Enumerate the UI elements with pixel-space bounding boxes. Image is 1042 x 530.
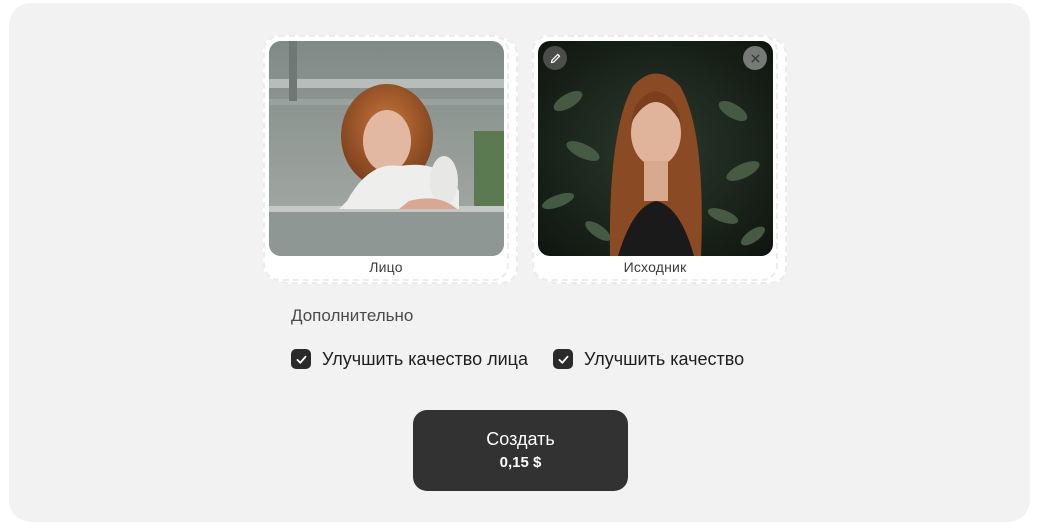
check-icon <box>296 355 306 364</box>
create-button-label: Создать <box>486 429 555 449</box>
face-card-label: Лицо <box>369 259 403 275</box>
checkbox-label: Улучшить качество лица <box>322 348 528 369</box>
source-card-label: Исходник <box>623 259 687 275</box>
close-icon <box>751 54 759 62</box>
source-photo <box>538 41 773 256</box>
face-photo <box>269 41 504 256</box>
checkbox-label: Улучшить качество <box>584 348 745 369</box>
edit-image-button[interactable] <box>543 46 567 70</box>
create-button-price: 0,15 $ <box>499 454 542 471</box>
section-title: Дополнительно <box>291 306 414 325</box>
pencil-icon <box>550 53 560 63</box>
enhance-quality-checkbox[interactable]: Улучшить качество <box>553 347 744 371</box>
create-button[interactable]: Создать 0,15 $ <box>413 410 628 491</box>
remove-image-button[interactable] <box>743 46 767 70</box>
face-upload-slot[interactable]: Лицо <box>263 35 509 281</box>
source-upload-slot[interactable]: Исходник <box>532 35 778 281</box>
check-icon <box>558 355 568 364</box>
checkbox-box[interactable] <box>553 349 573 369</box>
checkbox-box[interactable] <box>291 349 311 369</box>
enhance-face-checkbox[interactable]: Улучшить качество лица <box>291 347 528 371</box>
